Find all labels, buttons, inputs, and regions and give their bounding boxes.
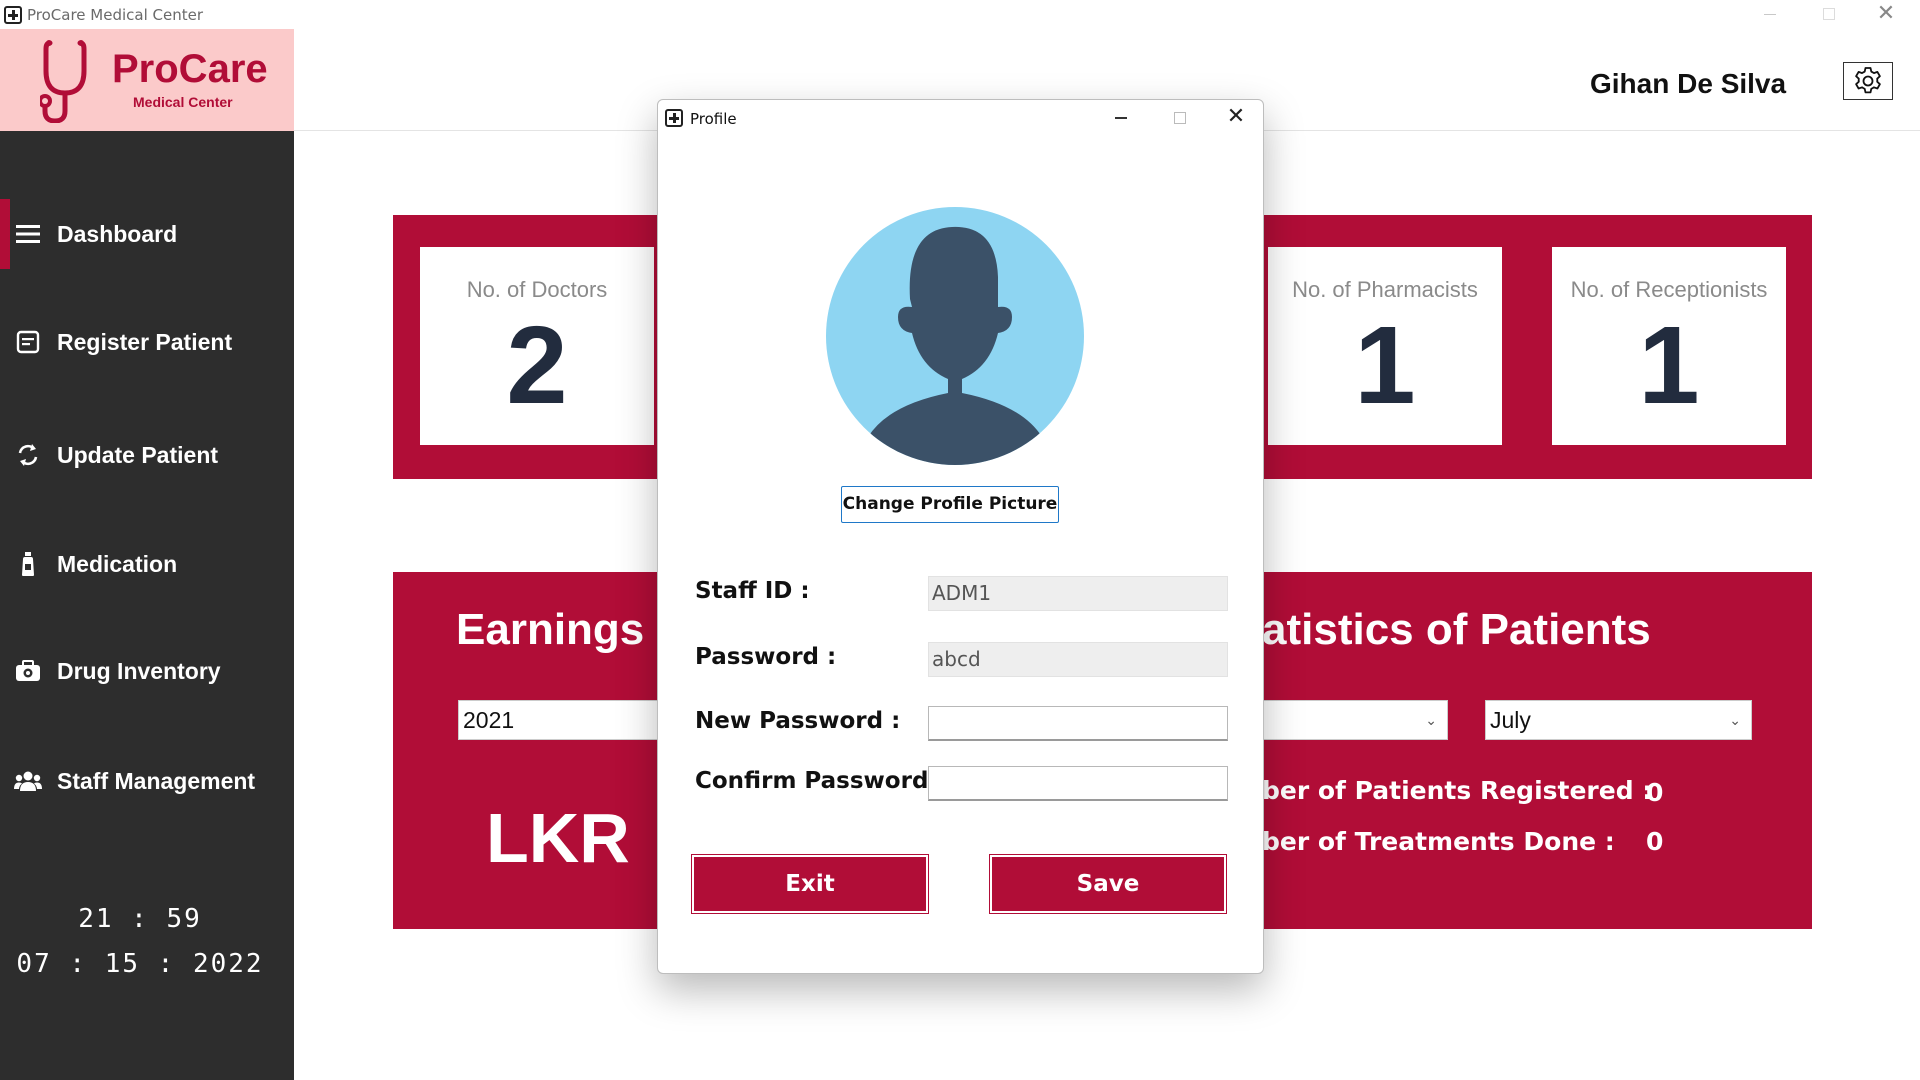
clock-time: 21 : 59 bbox=[78, 904, 202, 934]
staff-id-label: Staff ID : bbox=[695, 578, 810, 604]
pharmacists-count-label: No. of Pharmacists bbox=[1292, 277, 1478, 302]
earnings-year-select[interactable]: 2021 bbox=[458, 700, 678, 740]
chevron-down-icon: ⌄ bbox=[1729, 712, 1741, 728]
sidebar-item-staff-management[interactable]: Staff Management bbox=[0, 746, 294, 816]
receptionists-count-label: No. of Receptionists bbox=[1570, 277, 1768, 302]
dialog-title-bar: Profile ✕ bbox=[658, 100, 1263, 136]
statistics-month-select[interactable]: July ⌄ bbox=[1485, 700, 1752, 740]
medical-cross-icon bbox=[4, 6, 22, 24]
menu-icon bbox=[14, 224, 42, 244]
medical-cross-icon bbox=[665, 109, 683, 127]
maximize-button[interactable] bbox=[1800, 0, 1856, 29]
exit-button[interactable]: Exit bbox=[691, 854, 929, 914]
sidebar-item-label: Dashboard bbox=[57, 220, 178, 247]
sidebar-item-label: Drug Inventory bbox=[57, 657, 221, 684]
dialog-minimize-button[interactable] bbox=[1092, 100, 1150, 136]
doctors-count-value: 2 bbox=[506, 304, 568, 427]
refresh-icon bbox=[14, 443, 42, 467]
settings-button[interactable] bbox=[1843, 62, 1893, 100]
sidebar-item-label: Register Patient bbox=[57, 328, 233, 355]
receptionists-count-card: No. of Receptionists 1 bbox=[1552, 247, 1786, 445]
dialog-close-button[interactable]: ✕ bbox=[1207, 100, 1263, 136]
medicine-bottle-icon bbox=[14, 551, 42, 577]
password-label: Password : bbox=[695, 644, 837, 670]
stethoscope-icon bbox=[40, 40, 87, 123]
pharmacists-count-card: No. of Pharmacists 1 bbox=[1268, 247, 1502, 445]
form-icon bbox=[14, 330, 42, 354]
sidebar-item-register-patient[interactable]: Register Patient bbox=[0, 307, 294, 377]
sidebar-item-label: Staff Management bbox=[57, 767, 256, 794]
chevron-down-icon: ⌄ bbox=[1425, 712, 1437, 728]
clock-date: 07 : 15 : 2022 bbox=[16, 949, 264, 979]
staff-id-field: ADM1 bbox=[928, 576, 1228, 611]
new-password-label: New Password : bbox=[695, 708, 901, 734]
pharmacists-count-value: 1 bbox=[1354, 304, 1416, 427]
confirm-password-input[interactable] bbox=[928, 766, 1228, 801]
sidebar: Dashboard Register Patient Update Patien… bbox=[0, 131, 294, 1080]
user-name: Gihan De Silva bbox=[1590, 68, 1787, 99]
statistics-month-value: July bbox=[1490, 707, 1531, 733]
minimize-button[interactable] bbox=[1742, 0, 1798, 29]
change-profile-picture-button[interactable]: Change Profile Picture bbox=[841, 486, 1059, 523]
brand-logo: ProCare Medical Center bbox=[0, 29, 294, 131]
doctors-count-card: No. of Doctors 2 bbox=[420, 247, 654, 445]
statistics-year-select[interactable]: ⌄ bbox=[1262, 700, 1448, 740]
gear-icon bbox=[1855, 67, 1881, 94]
brand-name: ProCare bbox=[112, 47, 268, 91]
sidebar-item-dashboard[interactable]: Dashboard bbox=[0, 199, 294, 269]
patients-registered-label: ber of Patients Registered : bbox=[1262, 776, 1653, 805]
close-button[interactable]: ✕ bbox=[1858, 0, 1914, 29]
main-title-bar: ProCare Medical Center ✕ bbox=[0, 0, 1920, 29]
sidebar-item-update-patient[interactable]: Update Patient bbox=[0, 420, 294, 490]
earnings-title: Earnings bbox=[456, 605, 645, 654]
sidebar-item-drug-inventory[interactable]: Drug Inventory bbox=[0, 636, 294, 706]
earnings-currency: LKR bbox=[486, 799, 630, 877]
profile-dialog: Profile ✕ Change Profile Picture Staff I… bbox=[657, 99, 1264, 974]
patients-registered-value: 0 bbox=[1646, 778, 1664, 807]
sidebar-item-label: Update Patient bbox=[57, 441, 219, 468]
medkit-icon bbox=[14, 660, 42, 682]
user-silhouette-icon bbox=[868, 226, 1042, 465]
receptionists-count-value: 1 bbox=[1638, 304, 1700, 427]
brand-subtitle: Medical Center bbox=[133, 94, 233, 110]
treatments-done-value: 0 bbox=[1646, 827, 1664, 856]
save-button[interactable]: Save bbox=[989, 854, 1227, 914]
sidebar-item-label: Medication bbox=[57, 550, 178, 577]
confirm-password-label: Confirm Password : bbox=[695, 768, 946, 794]
treatments-done-label: ber of Treatments Done : bbox=[1262, 827, 1615, 856]
dialog-title: Profile bbox=[690, 110, 737, 128]
users-icon bbox=[14, 770, 42, 792]
profile-avatar bbox=[826, 207, 1084, 465]
doctors-count-label: No. of Doctors bbox=[466, 277, 608, 302]
statistics-title: atistics of Patients bbox=[1262, 605, 1651, 654]
window-title: ProCare Medical Center bbox=[27, 6, 204, 24]
sidebar-item-medication[interactable]: Medication bbox=[0, 529, 294, 599]
new-password-input[interactable] bbox=[928, 706, 1228, 741]
dialog-maximize-button bbox=[1150, 100, 1208, 136]
password-field: abcd bbox=[928, 642, 1228, 677]
